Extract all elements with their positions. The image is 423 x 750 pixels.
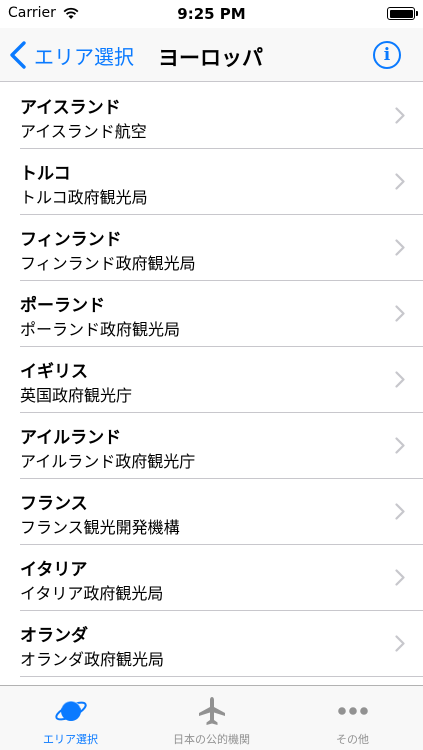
list-item-subtitle: イタリア政府観光局 [20, 584, 164, 603]
list-item-title: フランス [20, 494, 88, 514]
list-item-subtitle: オランダ政府観光局 [20, 650, 165, 669]
chevron-right-icon [395, 635, 405, 652]
list-item-title: イタリア [20, 560, 88, 580]
chevron-right-icon [395, 503, 405, 520]
planet-icon [54, 694, 88, 728]
tab-label: 日本の公的機関 [173, 733, 250, 746]
organization-list: アイスランドアイスランド航空 トルコトルコ政府観光局 フィンランドフィンランド政府観… [0, 83, 423, 685]
list-item[interactable]: イタリアイタリア政府観光局 [20, 545, 423, 611]
battery-icon [387, 7, 418, 20]
chevron-right-icon [395, 239, 405, 256]
tab-label: エリア選択 [43, 733, 98, 746]
chevron-right-icon [395, 437, 405, 454]
list-item-title: アイルランド [20, 428, 122, 448]
status-time: 9:25 PM [177, 5, 246, 23]
page-title: ヨーロッパ [158, 46, 263, 70]
list-item-subtitle: アイスランド航空 [20, 122, 147, 141]
list-item[interactable]: オランダオランダ政府観光局 [20, 611, 423, 677]
list-item[interactable]: アイスランドアイスランド航空 [20, 83, 423, 149]
status-bar: Carrier 9:25 PM [0, 0, 423, 28]
list-item-title: フィンランド [20, 230, 122, 250]
list-item-subtitle: ポーランド政府観光局 [20, 320, 181, 339]
tab-bar: エリア選択 日本の公的機関 その他 [0, 685, 423, 750]
tab-area-select[interactable]: エリア選択 [0, 686, 141, 750]
list-item-subtitle: トルコ政府観光局 [20, 188, 148, 207]
chevron-right-icon [395, 107, 405, 124]
list-item-title: イギリス [20, 362, 88, 382]
airplane-icon [195, 694, 229, 728]
more-icon [336, 694, 370, 728]
chevron-right-icon [395, 371, 405, 388]
list-item[interactable]: トルコトルコ政府観光局 [20, 149, 423, 215]
chevron-right-icon [395, 305, 405, 322]
chevron-right-icon [395, 173, 405, 190]
list-item-subtitle: フィンランド政府観光局 [20, 254, 196, 273]
tab-japan-agencies[interactable]: 日本の公的機関 [141, 686, 282, 750]
tab-label: その他 [336, 733, 369, 746]
list-item-subtitle: アイルランド政府観光庁 [20, 452, 196, 471]
list-item[interactable]: アイルランドアイルランド政府観光庁 [20, 413, 423, 479]
list-item[interactable]: フランスフランス観光開発機構 [20, 479, 423, 545]
list-item-title: ポーランド [20, 296, 105, 316]
navigation-bar: エリア選択 ヨーロッパ i [0, 28, 423, 82]
list-item-title: アイスランド [20, 98, 121, 118]
tab-other[interactable]: その他 [282, 686, 423, 750]
list-item[interactable]: ポーランドポーランド政府観光局 [20, 281, 423, 347]
info-button[interactable]: i [373, 41, 401, 69]
list-item-title: トルコ [20, 164, 71, 184]
list-item-title: オランダ [20, 626, 88, 646]
chevron-right-icon [395, 569, 405, 586]
list-item-subtitle: 英国政府観光庁 [20, 386, 133, 405]
back-button[interactable]: エリア選択 [8, 38, 134, 72]
list-item[interactable]: フィンランドフィンランド政府観光局 [20, 215, 423, 281]
list-item-subtitle: フランス観光開発機構 [20, 518, 180, 537]
info-icon: i [383, 45, 391, 65]
list-item[interactable]: イギリス英国政府観光庁 [20, 347, 423, 413]
chevron-left-icon [10, 41, 26, 69]
back-button-label: エリア選択 [34, 44, 134, 69]
